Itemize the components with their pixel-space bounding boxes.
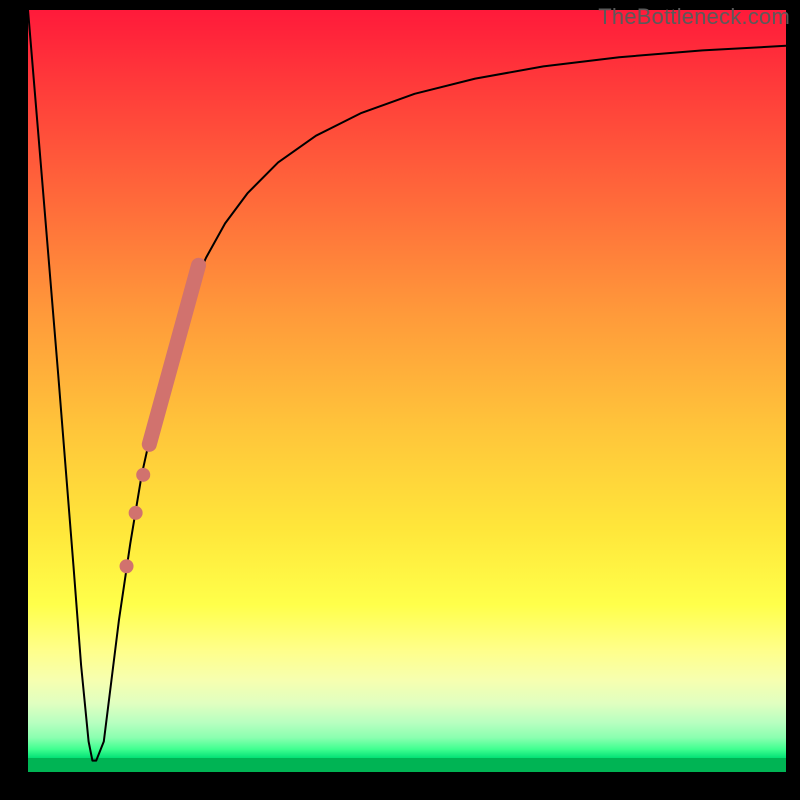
- bottleneck-curve: [28, 10, 786, 761]
- marker-dot: [136, 468, 150, 482]
- marker-segment: [149, 265, 198, 444]
- chart-curve-layer: [28, 10, 786, 772]
- marker-dot: [129, 506, 143, 520]
- attribution-text: TheBottleneck.com: [598, 4, 790, 30]
- marker-dot: [120, 559, 134, 573]
